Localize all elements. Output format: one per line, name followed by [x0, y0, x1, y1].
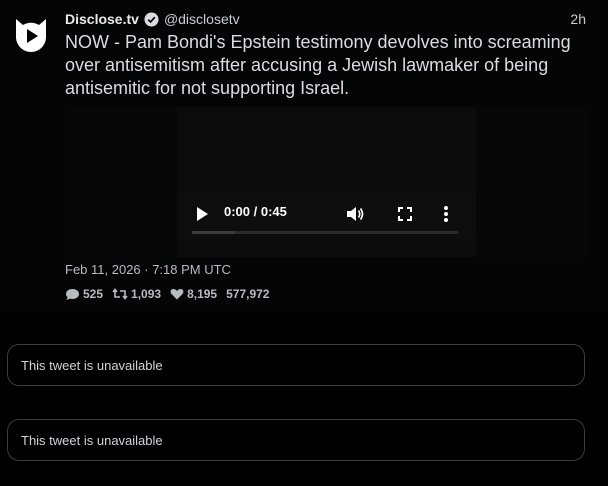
disclose-logo-icon [16, 19, 46, 53]
tweet-date[interactable]: Feb 11, 2026 · 7:18 PM UTC [65, 262, 231, 277]
reply-count: 525 [83, 287, 104, 301]
heart-icon [170, 288, 184, 300]
tweet-header: Disclose.tv @disclosetv 2h [65, 9, 586, 29]
comment-icon [66, 288, 79, 300]
video-time: 0:00 / 0:45 [224, 204, 287, 219]
unavailable-tweet-text: This tweet is unavailable [21, 433, 163, 448]
fullscreen-icon[interactable] [397, 206, 413, 222]
avatar[interactable] [12, 16, 50, 54]
author-name[interactable]: Disclose.tv [65, 11, 139, 27]
tweet-timestamp[interactable]: 2h [570, 11, 586, 27]
tweet-text: NOW - Pam Bondi's Epstein testimony devo… [65, 32, 571, 98]
retweet-icon [112, 288, 128, 300]
more-options-icon[interactable] [443, 205, 449, 223]
author-handle[interactable]: @disclosetv [164, 11, 240, 27]
video-frame-left [65, 107, 177, 257]
video-player[interactable]: 0:00 / 0:45 [65, 107, 586, 257]
video-progress-fill [192, 231, 235, 234]
video-frame-right [476, 107, 586, 257]
unavailable-tweet-card: This tweet is unavailable [7, 344, 585, 386]
like-count: 8,195 [187, 287, 218, 301]
view-stat: 577,972 [226, 287, 269, 301]
play-icon[interactable] [195, 206, 209, 222]
tweet-card: Disclose.tv @disclosetv 2h NOW - Pam Bon… [0, 0, 608, 312]
unavailable-tweet-text: This tweet is unavailable [21, 358, 163, 373]
unavailable-tweet-card: This tweet is unavailable [7, 419, 585, 461]
retweet-count: 1,093 [131, 287, 162, 301]
video-progress-bar[interactable] [192, 231, 458, 234]
retweet-stat[interactable]: 1,093 [112, 287, 161, 301]
reply-stat[interactable]: 525 [65, 287, 103, 301]
tweet-stats: 525 1,093 8,195 577,972 [65, 287, 278, 301]
volume-icon[interactable] [346, 206, 364, 222]
video-controls: 0:00 / 0:45 [177, 191, 476, 239]
like-stat[interactable]: 8,195 [170, 287, 217, 301]
verified-badge-icon [144, 11, 159, 27]
view-count: 577,972 [226, 287, 270, 301]
